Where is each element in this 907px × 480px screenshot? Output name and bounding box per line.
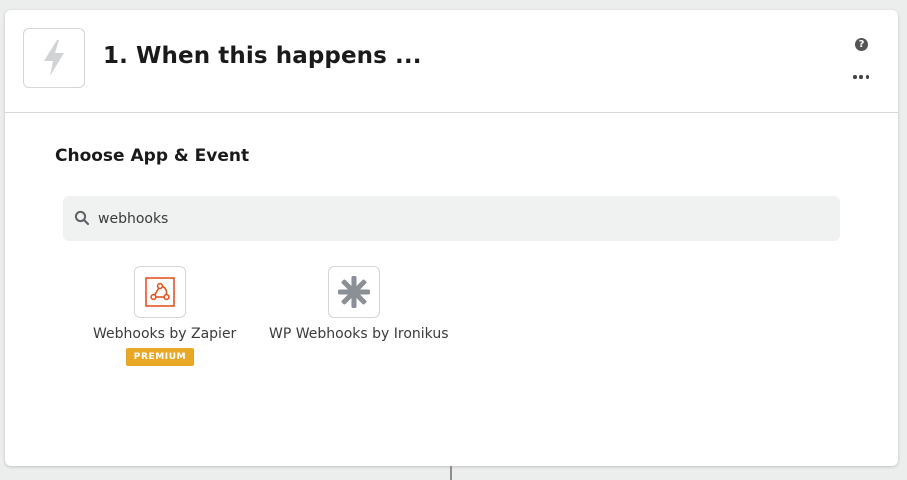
step-card: 1. When this happens ... ? Choose App & … [5, 10, 898, 466]
asterisk-gear-icon [338, 276, 370, 308]
app-name: Webhooks by Zapier [93, 326, 237, 342]
more-options-icon[interactable] [853, 74, 869, 80]
app-tile-webhooks-by-zapier[interactable]: Webhooks by Zapier PREMIUM [91, 266, 236, 376]
help-icon[interactable]: ? [855, 38, 868, 51]
step-title: 1. When this happens ... [103, 43, 422, 69]
app-icon-container [134, 266, 186, 318]
search-input[interactable] [98, 196, 818, 241]
search-icon [74, 210, 90, 226]
trigger-icon-container[interactable] [23, 28, 85, 88]
app-tile-wp-webhooks-by-ironikus[interactable]: WP Webhooks by Ironikus [267, 266, 449, 356]
step-connector-line [450, 466, 452, 480]
more-dot [865, 75, 869, 79]
premium-badge: PREMIUM [126, 348, 194, 366]
app-name: WP Webhooks by Ironikus [269, 326, 449, 342]
app-search-box[interactable] [63, 196, 840, 241]
webhook-icon [145, 277, 175, 307]
app-icon-container [328, 266, 380, 318]
more-dot [859, 75, 863, 79]
lightning-bolt-icon [44, 40, 64, 76]
choose-app-title: Choose App & Event [55, 146, 250, 166]
step-header: 1. When this happens ... ? [5, 10, 898, 113]
more-dot [853, 75, 857, 79]
